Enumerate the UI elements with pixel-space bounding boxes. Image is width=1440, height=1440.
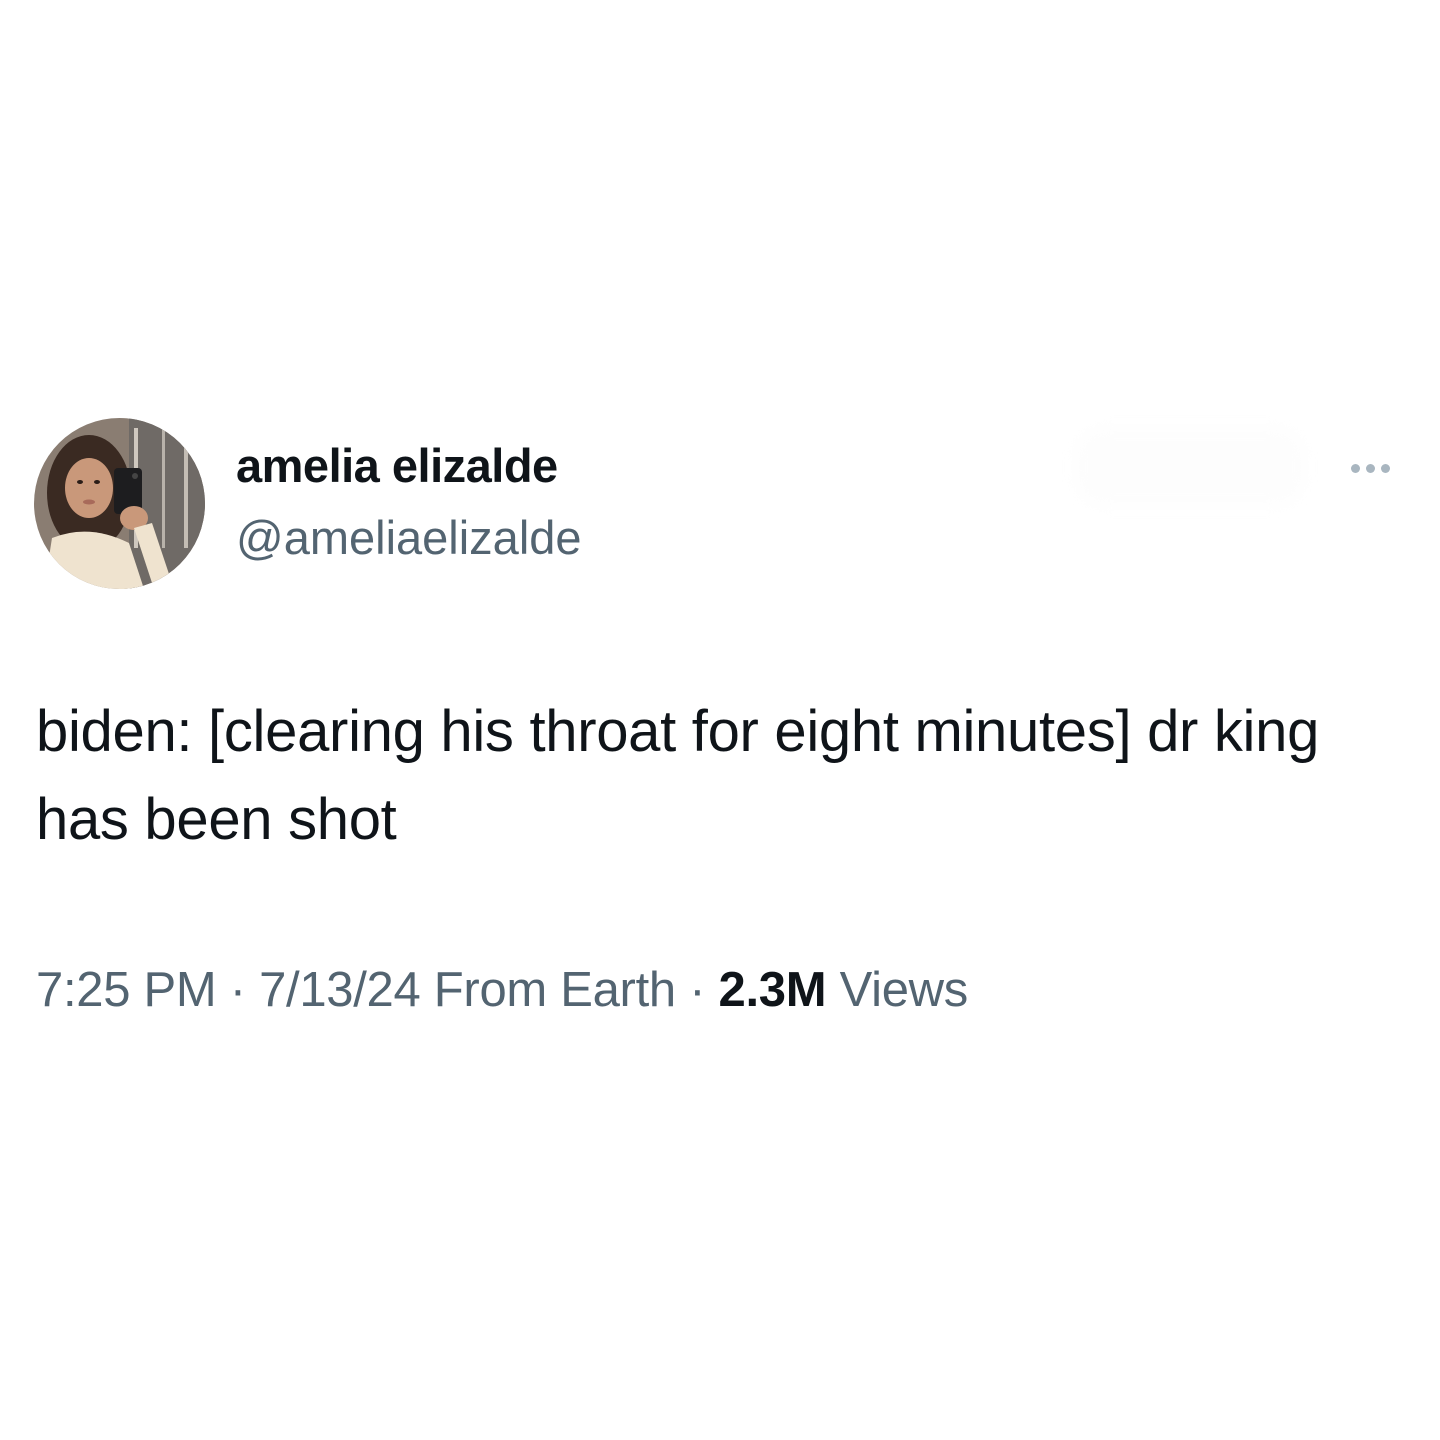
- tweet-text: biden: [clearing his throat for eight mi…: [36, 699, 1320, 852]
- meta-separator: ·: [229, 963, 246, 1017]
- tweet-card: amelia elizalde @ameliaelizalde biden: […: [0, 0, 1440, 1440]
- more-horizontal-icon: [1350, 463, 1360, 473]
- meta-separator: ·: [689, 963, 706, 1017]
- views-label: Views: [839, 963, 969, 1017]
- tweet-time[interactable]: 7:25 PM: [36, 963, 217, 1017]
- author-handle[interactable]: @ameliaelizalde: [236, 510, 582, 565]
- tweet-metadata: 7:25 PM · 7/13/24 From Earth · 2.3M View…: [36, 962, 968, 1018]
- author-display-name[interactable]: amelia elizalde: [236, 438, 558, 493]
- avatar[interactable]: [34, 418, 205, 589]
- tweet-date[interactable]: 7/13/24: [259, 963, 421, 1017]
- tweet-source: From Earth: [433, 963, 676, 1017]
- blurred-region: [1075, 428, 1305, 506]
- profile-photo-avatar: [34, 418, 205, 589]
- more-options-button[interactable]: [1338, 450, 1402, 486]
- views-count[interactable]: 2.3M: [719, 963, 827, 1017]
- more-horizontal-icon-dot: [1365, 463, 1375, 473]
- more-horizontal-icon-dot: [1380, 463, 1390, 473]
